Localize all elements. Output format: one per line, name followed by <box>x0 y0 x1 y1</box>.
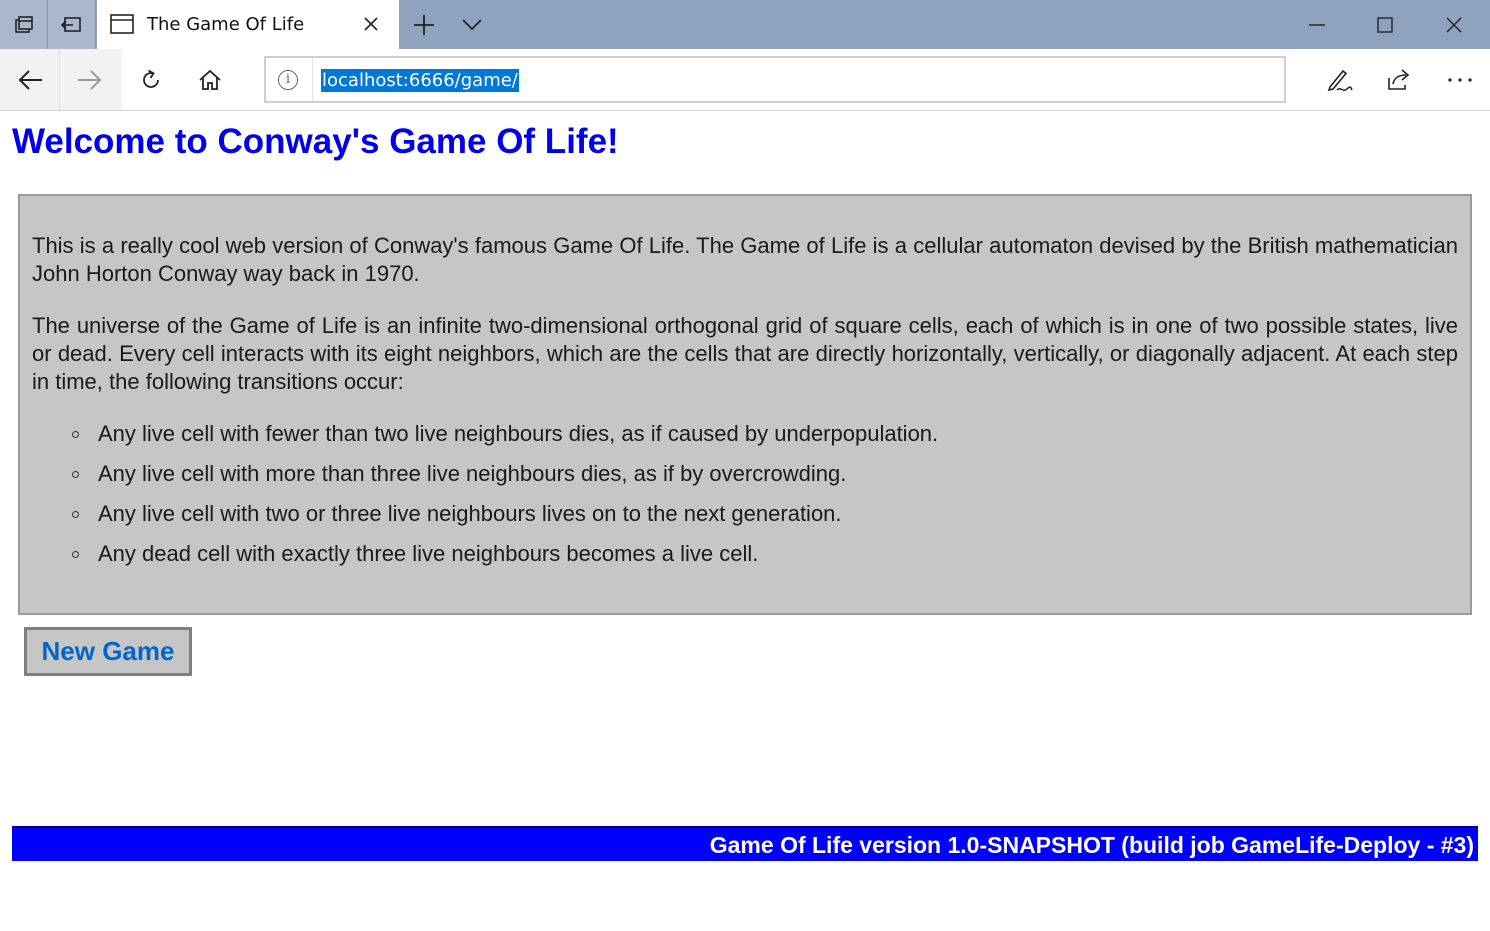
close-window-button[interactable] <box>1431 0 1477 49</box>
maximize-button[interactable] <box>1362 0 1408 49</box>
back-button[interactable] <box>2 49 60 110</box>
plus-icon <box>414 14 434 35</box>
version-footer: Game Of Life version 1.0-SNAPSHOT (build… <box>12 826 1478 861</box>
minimize-icon <box>1309 23 1325 26</box>
site-info-icon[interactable]: i <box>278 70 298 90</box>
intro-paragraph: This is a really cool web version of Con… <box>32 233 1458 286</box>
more-dots-icon <box>1448 77 1472 82</box>
back-arrow-icon <box>18 69 42 90</box>
bullet-icon <box>72 471 79 478</box>
rule-reproduction: Any dead cell with exactly three live ne… <box>72 540 1458 568</box>
universe-paragraph: The universe of the Game of Life is an i… <box>32 313 1458 394</box>
rule-survival: Any live cell with two or three live nei… <box>72 500 1458 528</box>
bullet-icon <box>72 511 79 518</box>
rule-text: Any live cell with two or three live nei… <box>98 501 842 526</box>
web-note-button[interactable] <box>1311 49 1369 110</box>
tabs-aside-icon <box>14 15 33 33</box>
refresh-button[interactable] <box>122 49 180 110</box>
rule-underpopulation: Any live cell with fewer than two live n… <box>72 420 1458 448</box>
set-aside-icon <box>60 16 81 32</box>
active-tab[interactable]: The Game Of Life <box>97 0 399 49</box>
rule-text: Any dead cell with exactly three live ne… <box>98 541 759 566</box>
home-button[interactable] <box>181 49 239 110</box>
chevron-down-icon <box>462 18 482 30</box>
address-bar[interactable]: i localhost:6666/game/ <box>264 56 1286 103</box>
close-window-icon <box>1446 17 1462 32</box>
pen-icon <box>1327 69 1353 91</box>
tab-strip: The Game Of Life <box>0 0 1490 49</box>
share-icon <box>1388 68 1410 90</box>
forward-button[interactable] <box>60 49 118 110</box>
navigation-bar: i localhost:6666/game/ <box>0 49 1490 111</box>
address-divider <box>312 58 313 101</box>
minimize-button[interactable] <box>1294 0 1340 49</box>
tab-title: The Game Of Life <box>147 14 305 35</box>
refresh-icon <box>143 69 159 88</box>
version-text: Game Of Life version 1.0-SNAPSHOT (build… <box>709 832 1474 858</box>
rule-overcrowding: Any live cell with more than three live … <box>72 460 1458 488</box>
page-title: Welcome to Conway's Game Of Life! <box>12 122 619 161</box>
tab-preview-button[interactable] <box>450 0 494 49</box>
rules-list: Any live cell with fewer than two live n… <box>32 420 1458 568</box>
tab-groups-button[interactable] <box>0 0 48 49</box>
close-tab-icon[interactable] <box>363 16 379 32</box>
address-url[interactable]: localhost:6666/game/ <box>321 69 519 92</box>
set-tabs-aside-button[interactable] <box>48 0 96 49</box>
forward-arrow-icon <box>78 69 102 90</box>
maximize-icon <box>1377 16 1393 33</box>
new-game-button[interactable]: New Game <box>24 627 192 676</box>
new-tab-button[interactable] <box>402 0 446 49</box>
page-icon <box>110 14 134 34</box>
share-button[interactable] <box>1370 49 1428 110</box>
bullet-icon <box>72 551 79 558</box>
bullet-icon <box>72 431 79 438</box>
home-icon <box>199 69 221 90</box>
more-button[interactable] <box>1431 49 1489 110</box>
rule-text: Any live cell with more than three live … <box>98 461 847 486</box>
rule-text: Any live cell with fewer than two live n… <box>98 421 939 446</box>
description-panel: This is a really cool web version of Con… <box>18 194 1472 615</box>
